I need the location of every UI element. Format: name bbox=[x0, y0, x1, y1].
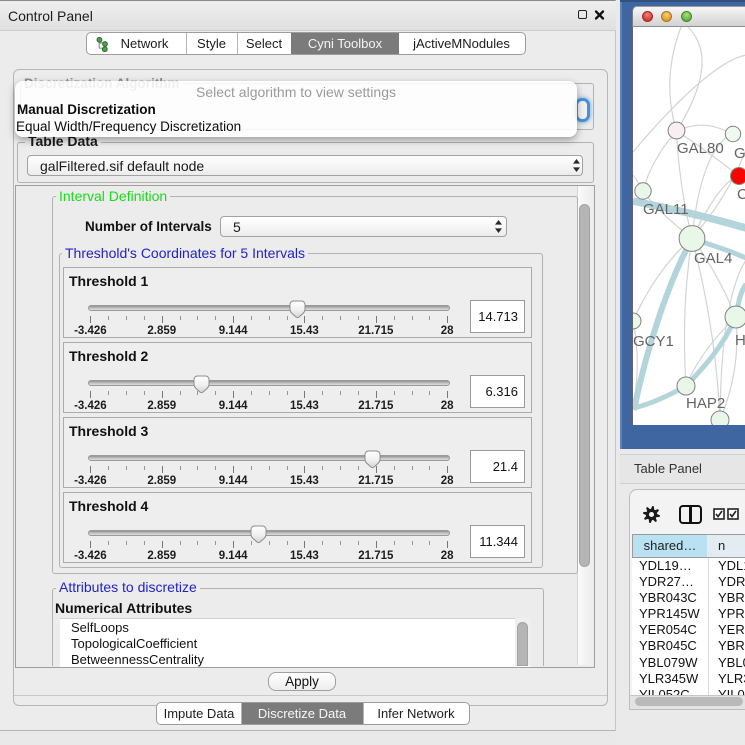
svg-text:GCY1: GCY1 bbox=[633, 333, 674, 350]
svg-text:HAP4: HAP4 bbox=[735, 332, 745, 349]
svg-text:GAL80: GAL80 bbox=[677, 140, 724, 157]
svg-text:CYC8: CYC8 bbox=[737, 186, 745, 203]
svg-text:GAL4: GAL4 bbox=[694, 250, 732, 267]
svg-text:HAP2: HAP2 bbox=[686, 395, 725, 412]
svg-text:GAL11: GAL11 bbox=[643, 201, 689, 218]
svg-text:GAL7: GAL7 bbox=[734, 145, 745, 162]
